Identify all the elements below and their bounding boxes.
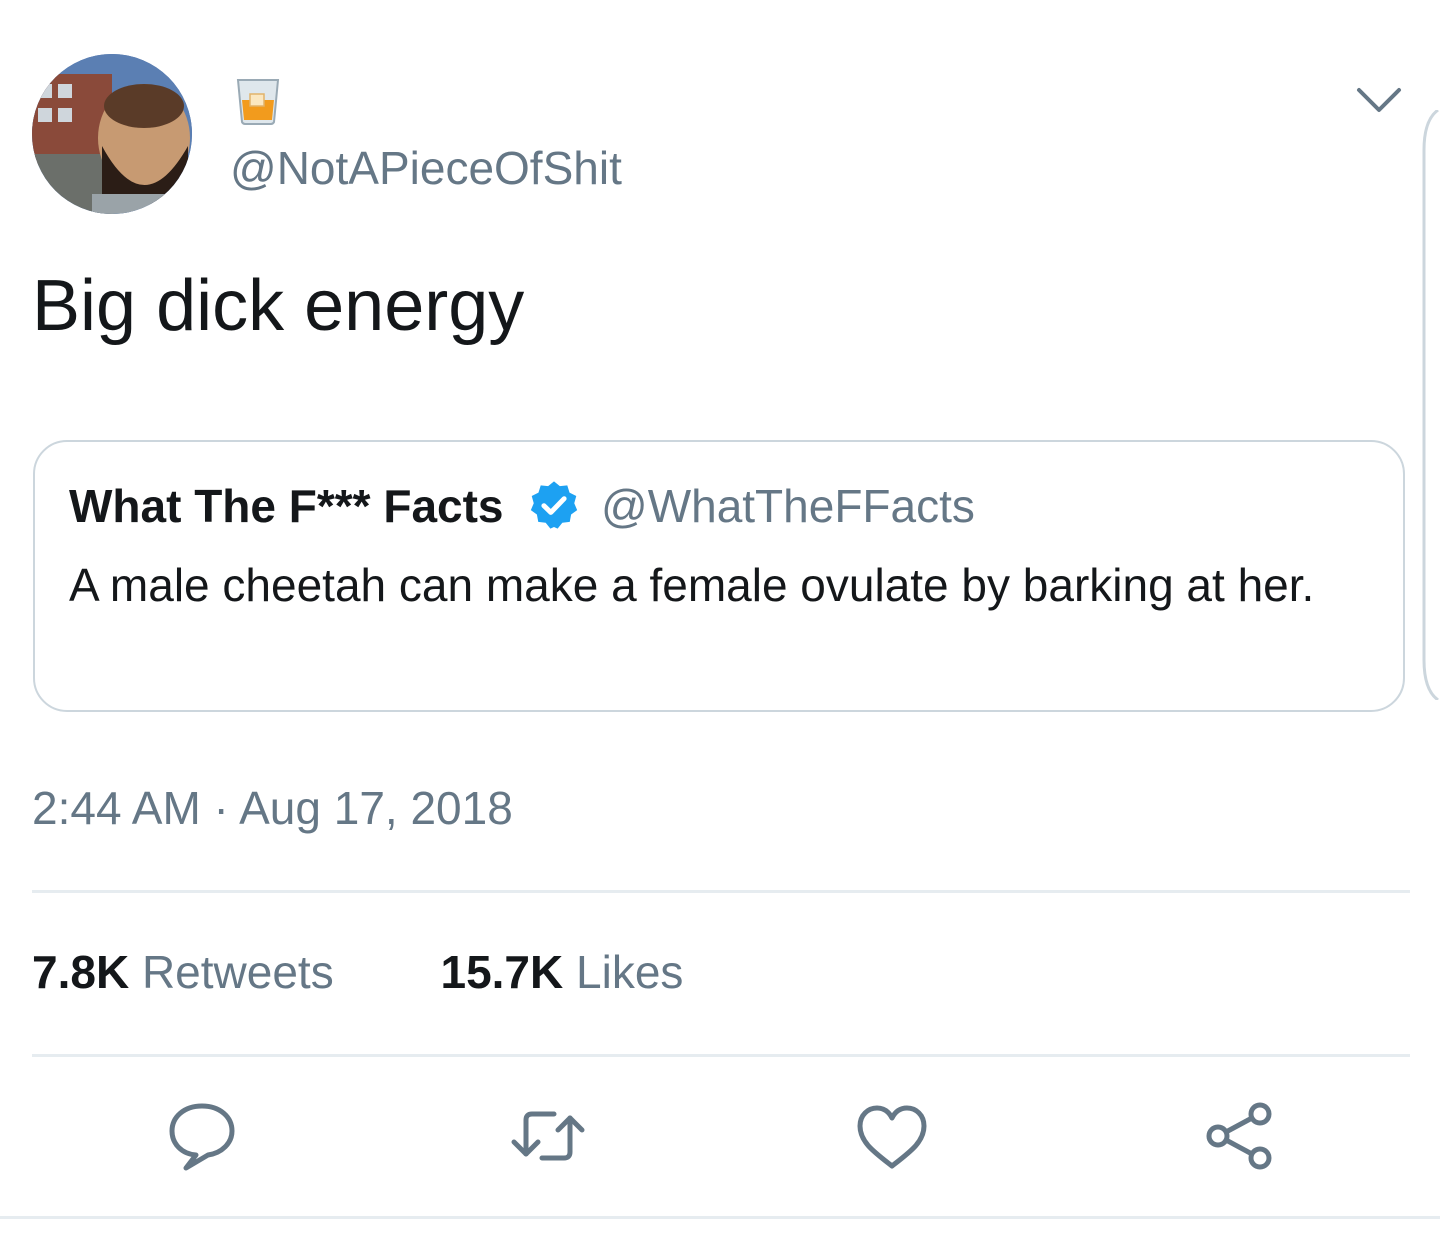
- divider: [32, 890, 1410, 893]
- tumbler-glass-emoji: [236, 79, 280, 125]
- author-handle[interactable]: @NotAPieceOfShit: [230, 140, 622, 196]
- tweet-text: Big dick energy: [32, 266, 525, 346]
- quoted-author-name: What The F*** Facts: [69, 480, 504, 532]
- reply-button[interactable]: [164, 1098, 240, 1174]
- like-icon: [857, 1105, 927, 1169]
- quoted-tweet[interactable]: What The F*** Facts @WhatTheFFacts A mal…: [33, 440, 1405, 712]
- retweets-stat[interactable]: 7.8K Retweets: [32, 944, 334, 1000]
- quoted-author-handle: @WhatTheFFacts: [601, 480, 975, 532]
- divider: [0, 1216, 1440, 1219]
- retweets-label: Retweets: [141, 946, 334, 998]
- chevron-down-icon[interactable]: [1354, 80, 1404, 120]
- likes-stat[interactable]: 15.7K Likes: [440, 944, 683, 1000]
- quoted-tweet-text: A male cheetah can make a female ovulate…: [69, 559, 1315, 611]
- verified-badge-icon: [530, 481, 578, 529]
- engagement-stats: 7.8K Retweets 15.7K Likes: [32, 944, 683, 1000]
- reply-icon: [169, 1103, 235, 1171]
- retweet-icon: [511, 1111, 585, 1161]
- share-icon: [1206, 1102, 1272, 1170]
- retweet-button[interactable]: [510, 1098, 586, 1174]
- tweet-timestamp: 2:44 AM · Aug 17, 2018: [32, 782, 513, 834]
- next-card-edge: [1422, 110, 1439, 700]
- divider: [32, 1054, 1410, 1057]
- likes-count: 15.7K: [440, 946, 564, 998]
- retweets-count: 7.8K: [32, 946, 130, 998]
- likes-label: Likes: [576, 946, 684, 998]
- avatar-photo: [32, 54, 192, 214]
- avatar[interactable]: [32, 54, 192, 214]
- share-button[interactable]: [1202, 1098, 1278, 1174]
- like-button[interactable]: [854, 1100, 930, 1176]
